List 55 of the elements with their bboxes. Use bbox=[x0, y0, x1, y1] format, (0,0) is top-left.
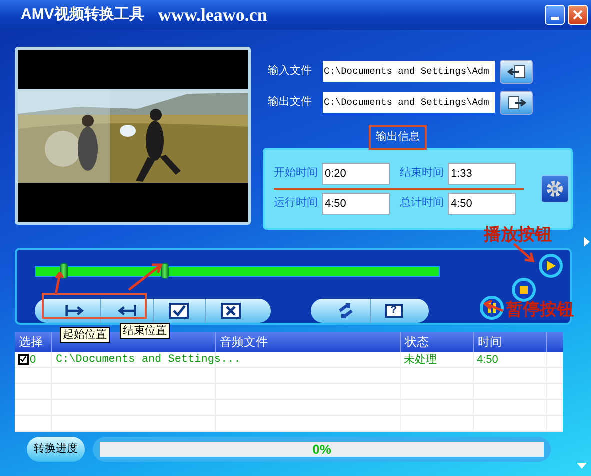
table-cell-text: 4:50 bbox=[477, 352, 498, 368]
stop-icon bbox=[519, 285, 529, 295]
save-file-button[interactable] bbox=[500, 90, 533, 114]
expand-arrow-icon[interactable] bbox=[584, 237, 590, 247]
column-header: 时间 bbox=[474, 332, 547, 352]
column-header: 选择 bbox=[15, 332, 52, 352]
minimize-button[interactable] bbox=[545, 5, 565, 25]
stop-button[interactable] bbox=[512, 278, 536, 302]
pointer-arrow bbox=[512, 242, 536, 264]
field-label: 结束时间 bbox=[400, 166, 445, 182]
help-button[interactable]: ? bbox=[370, 299, 417, 323]
checkbox-icon bbox=[169, 303, 190, 319]
settings-button[interactable] bbox=[541, 174, 569, 202]
time-field[interactable]: 0:20 bbox=[322, 162, 390, 184]
pointer-arrow bbox=[484, 300, 504, 314]
minimize-icon bbox=[551, 17, 559, 20]
column-header: 音频文件 bbox=[216, 332, 401, 352]
row-checkbox[interactable] bbox=[18, 354, 29, 365]
open-file-button[interactable] bbox=[500, 60, 533, 84]
tooltip: 结束位置 bbox=[120, 323, 170, 339]
pause-icon bbox=[487, 303, 497, 313]
field-label: 总计时间 bbox=[400, 196, 445, 212]
field-label: 运行时间 bbox=[274, 196, 319, 212]
table-cell-text: 未处理 bbox=[404, 352, 437, 368]
play-icon bbox=[546, 261, 556, 271]
field-label: 开始时间 bbox=[274, 166, 319, 182]
play-button[interactable] bbox=[539, 254, 563, 278]
website-title: www.leawo.cn bbox=[158, 4, 268, 26]
progress-text: 0% bbox=[312, 440, 332, 459]
timeline-slider[interactable] bbox=[35, 266, 440, 277]
callout-text: 播放按钮 bbox=[484, 224, 552, 247]
path-field[interactable]: C:\Documents and Settings\Adm bbox=[323, 92, 495, 113]
table-cell-text: C:\Documents and Settings... bbox=[56, 352, 241, 368]
time-field[interactable]: 4:50 bbox=[448, 192, 516, 214]
import-icon bbox=[506, 64, 526, 78]
slider-thumb[interactable] bbox=[160, 263, 169, 279]
section-title: 输出信息 bbox=[369, 125, 427, 150]
field-label: 输出文件 bbox=[268, 94, 313, 110]
window-title: AMV视频转换工具 bbox=[21, 4, 144, 25]
set-end-icon bbox=[116, 303, 137, 319]
path-field[interactable]: C:\Documents and Settings\Adm bbox=[323, 61, 495, 82]
field-label: 输入文件 bbox=[268, 64, 313, 80]
settings-icon bbox=[545, 178, 565, 198]
time-field[interactable]: 1:33 bbox=[448, 162, 516, 184]
row-index: 0 bbox=[30, 352, 36, 368]
column-header: 状态 bbox=[401, 332, 474, 352]
time-field[interactable]: 4:50 bbox=[322, 192, 390, 214]
tooltip: 起始位置 bbox=[60, 327, 110, 343]
pointer-arrow bbox=[126, 262, 164, 294]
close-icon bbox=[573, 10, 583, 20]
set-start-icon bbox=[64, 303, 85, 319]
convert-progress-button[interactable]: 转换进度 bbox=[27, 437, 85, 462]
delete-box-icon bbox=[221, 303, 242, 319]
close-button[interactable] bbox=[568, 5, 588, 25]
export-icon bbox=[506, 96, 526, 110]
